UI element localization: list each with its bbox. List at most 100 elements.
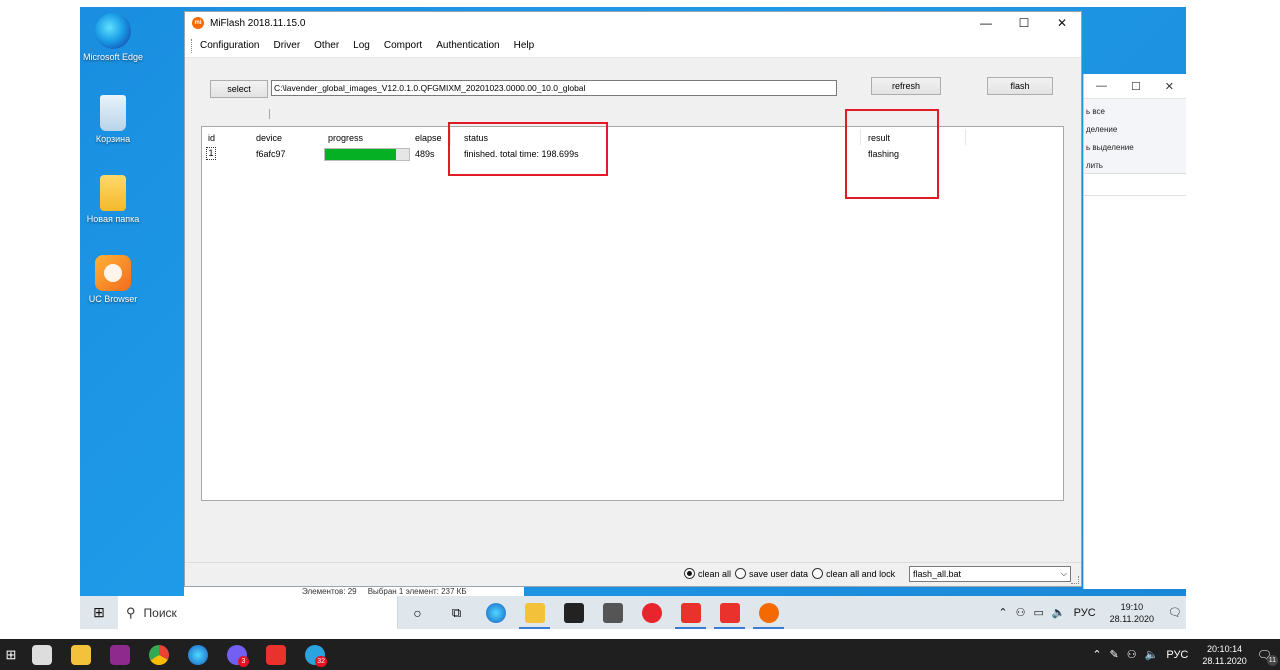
row-progress-fill <box>325 149 397 160</box>
resize-grip[interactable] <box>1071 576 1079 584</box>
rom-path-input[interactable]: C:\lavender_global_images_V12.0.1.0.QFGM… <box>271 80 837 96</box>
menu-driver[interactable]: Driver <box>266 40 307 51</box>
row-progress-bar <box>324 148 410 161</box>
windows-start-icon[interactable]: ⊞ <box>80 604 118 621</box>
pen-icon[interactable]: ✎ <box>1110 648 1119 661</box>
taskbar-search[interactable]: ⚲ Поиск <box>118 596 398 629</box>
column-header-device[interactable]: device <box>256 133 282 143</box>
keyboard-language[interactable]: РУС <box>1074 607 1096 619</box>
cortana-icon[interactable]: ○ <box>398 596 437 629</box>
volume-icon[interactable]: 🔈 <box>1052 606 1066 619</box>
close-button[interactable]: ✕ <box>1043 12 1081 34</box>
script-select-value: flash_all.bat <box>913 569 962 579</box>
viber-taskbar-icon[interactable]: 3 <box>217 639 256 670</box>
clock-date: 28.11.2020 <box>1202 655 1247 666</box>
mail-taskbar-icon[interactable] <box>593 596 632 629</box>
folder-icon <box>100 175 126 211</box>
ribbon-item[interactable]: лить <box>1084 157 1186 175</box>
menu-authentication[interactable]: Authentication <box>429 40 506 51</box>
explorer-taskbar-icon[interactable] <box>61 639 100 670</box>
anydesk-taskbar-icon-2[interactable] <box>710 596 749 629</box>
store-taskbar-icon[interactable] <box>554 596 593 629</box>
desktop-icon-label: Корзина <box>95 134 131 144</box>
search-icon: ⚲ <box>126 604 136 620</box>
anydesk-taskbar-icon[interactable] <box>671 596 710 629</box>
clock-time: 20:10:14 <box>1207 643 1243 654</box>
radio-label[interactable]: clean all and lock <box>826 569 895 579</box>
menu-configuration[interactable]: Configuration <box>193 40 266 51</box>
menu-log[interactable]: Log <box>346 40 377 51</box>
maximize-button[interactable]: ☐ <box>1005 12 1043 34</box>
search-placeholder: Поиск <box>143 605 177 620</box>
refresh-button[interactable]: refresh <box>871 77 941 95</box>
outer-clock[interactable]: 20:10:14 28.11.2020 <box>1202 643 1246 667</box>
miflash-taskbar-icon[interactable] <box>749 596 788 629</box>
minimize-icon[interactable]: — <box>1096 80 1107 92</box>
column-header-id[interactable]: id <box>208 133 215 143</box>
battery-icon[interactable]: ▭ <box>1034 606 1044 619</box>
ribbon-item[interactable]: деление <box>1084 121 1186 139</box>
viber-badge: 3 <box>238 656 249 667</box>
column-separator <box>965 129 966 145</box>
notifications-icon[interactable]: 🗨 <box>1168 606 1182 619</box>
explorer-taskbar-icon[interactable] <box>515 596 554 629</box>
menu-comport[interactable]: Comport <box>377 40 429 51</box>
chevron-up-icon[interactable]: ⌃ <box>1092 648 1101 661</box>
ribbon-item[interactable]: ь все <box>1084 103 1186 121</box>
anydesk-taskbar-icon[interactable] <box>256 639 295 670</box>
winrar-taskbar-icon[interactable] <box>100 639 139 670</box>
desktop-icon-recycle-bin[interactable]: Корзина <box>80 95 146 145</box>
edge-taskbar-icon[interactable] <box>476 596 515 629</box>
desktop-icon-folder[interactable]: Новая папка <box>80 175 146 225</box>
notifications-icon[interactable]: 🗨 11 <box>1257 648 1278 666</box>
highlight-result <box>845 109 939 199</box>
task-view-icon[interactable]: ⧉ <box>437 596 476 629</box>
menu-help[interactable]: Help <box>507 40 542 51</box>
desktop-icon-label: Новая папка <box>86 214 140 224</box>
keyboard-language[interactable]: РУС <box>1166 649 1188 661</box>
inner-clock[interactable]: 19:10 28.11.2020 <box>1110 601 1154 625</box>
radio-clean-all[interactable] <box>684 568 695 579</box>
window-controls: — ☐ ✕ <box>967 12 1081 34</box>
background-window-titlebar: — ☐ ✕ <box>1084 74 1186 98</box>
yandex-taskbar-icon[interactable] <box>632 596 671 629</box>
edge-taskbar-icon[interactable] <box>178 639 217 670</box>
item-count: Элементов: 29 <box>302 587 357 596</box>
flash-button[interactable]: flash <box>987 77 1053 95</box>
radio-label[interactable]: save user data <box>749 569 808 579</box>
mi-logo-icon: mi <box>192 17 204 29</box>
miflash-window: mi MiFlash 2018.11.15.0 — ☐ ✕ Configurat… <box>184 11 1082 587</box>
radio-save-user-data[interactable] <box>735 568 747 579</box>
network-icon[interactable]: ⚇ <box>1016 606 1026 619</box>
store-taskbar-icon[interactable] <box>22 639 61 670</box>
background-window-address-strip <box>1084 174 1186 196</box>
volume-icon[interactable]: 🔈 <box>1145 648 1159 661</box>
clock-time: 19:10 <box>1120 601 1144 612</box>
minimize-button[interactable]: — <box>967 12 1005 34</box>
menu-other[interactable]: Other <box>307 40 346 51</box>
column-header-progress[interactable]: progress <box>328 133 363 143</box>
select-button[interactable]: select <box>210 80 268 98</box>
outer-taskbar: ⊞ 3 32 ⌃ ✎ ⚇ 🔈 РУС 20:10:14 28.11.2020 🗨 <box>0 639 1280 670</box>
desktop-icon-edge[interactable]: Microsoft Edge <box>80 13 146 63</box>
desktop-icon-uc-browser[interactable]: UC Browser <box>80 255 146 305</box>
radio-clean-all-and-lock[interactable] <box>812 568 824 579</box>
telegram-taskbar-icon[interactable]: 32 <box>295 639 334 670</box>
chevron-up-icon[interactable]: ⌃ <box>998 606 1007 619</box>
script-select[interactable]: flash_all.bat ⌵ <box>909 566 1071 582</box>
chrome-taskbar-icon[interactable] <box>139 639 178 670</box>
radio-label[interactable]: clean all <box>698 569 731 579</box>
column-splitter[interactable] <box>269 109 270 119</box>
close-icon[interactable]: ✕ <box>1165 80 1174 93</box>
flash-mode-group: clean all save user data clean all and l… <box>680 568 895 579</box>
outer-system-tray: ⌃ ✎ ⚇ 🔈 РУС 20:10:14 28.11.2020 🗨 11 <box>1088 639 1280 670</box>
column-header-elapse[interactable]: elapse <box>415 133 442 143</box>
maximize-icon[interactable]: ☐ <box>1131 80 1141 93</box>
inner-system-tray: ⌃ ⚇ ▭ 🔈 РУС 19:10 28.11.2020 🗨 <box>994 596 1186 629</box>
background-window-ribbon: ь все деление ь выделение лить <box>1084 98 1186 174</box>
ribbon-item[interactable]: ь выделение <box>1084 139 1186 157</box>
network-icon[interactable]: ⚇ <box>1127 648 1137 661</box>
telegram-badge: 32 <box>315 656 327 667</box>
flash-options-bar: clean all save user data clean all and l… <box>185 562 1081 586</box>
windows-start-icon[interactable]: ⊞ <box>0 647 22 663</box>
